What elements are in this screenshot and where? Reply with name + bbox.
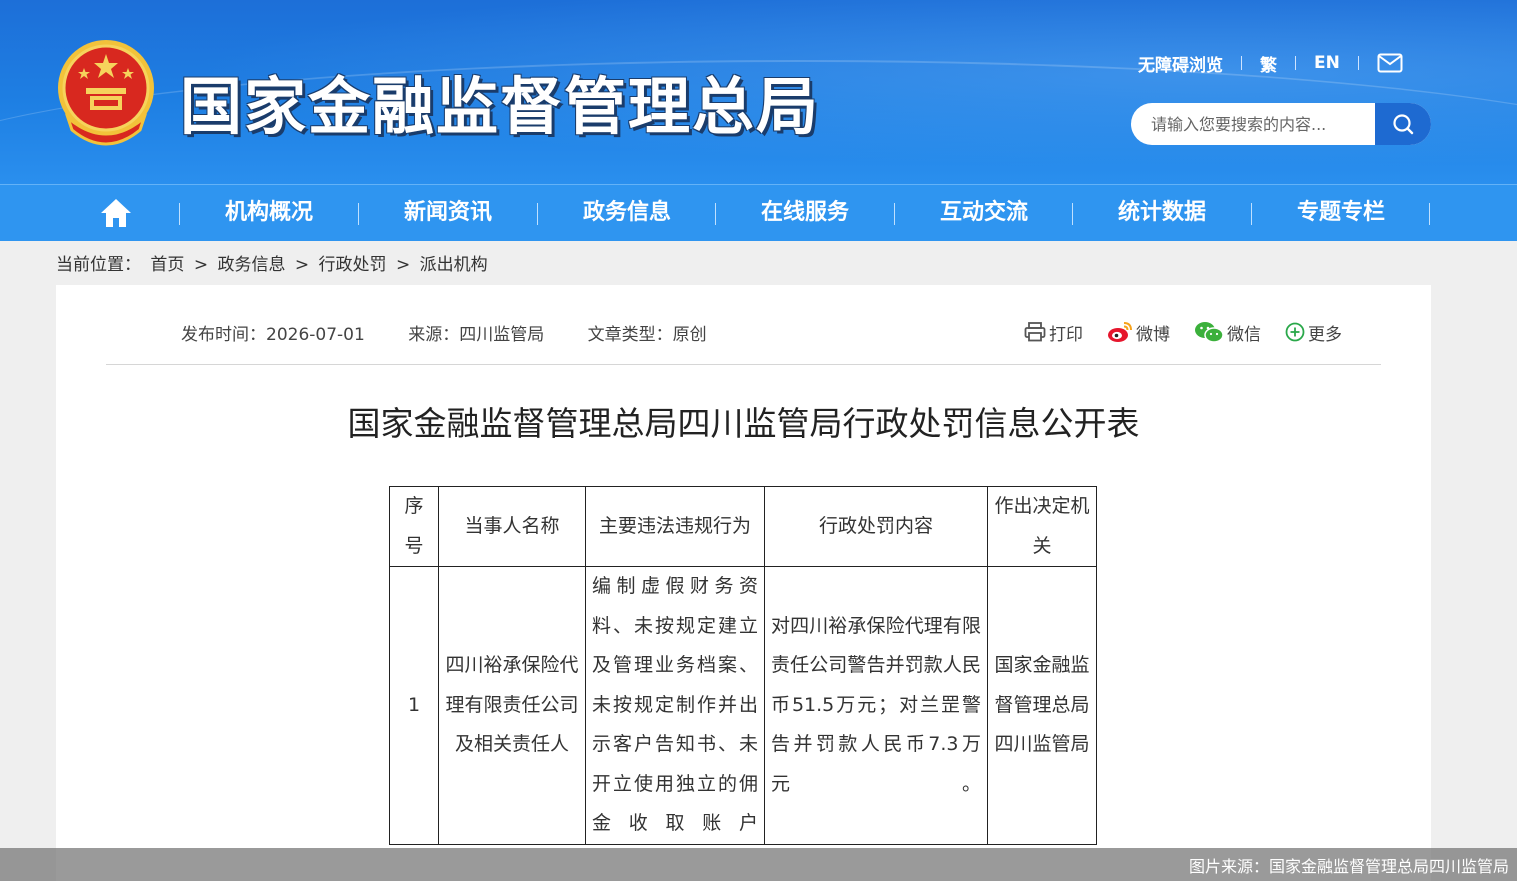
more-share-button[interactable]: 更多 (1285, 320, 1342, 345)
nav-item-news[interactable]: 新闻资讯 (359, 185, 537, 241)
traditional-chinese-link[interactable]: 繁 (1260, 51, 1277, 76)
breadcrumb-separator: > (294, 255, 310, 275)
article-title: 国家金融监督管理总局四川监管局行政处罚信息公开表 (347, 404, 1140, 443)
divider (106, 364, 1381, 365)
share-toolbar: 打印 微博 微信 更多 (1024, 320, 1342, 345)
cell-penalty: 对四川裕承保险代理有限责任公司警告并罚款人民币51.5万元；对兰罡警告并罚款人民… (764, 566, 988, 845)
weibo-icon (1108, 322, 1132, 342)
nav-item-online-services[interactable]: 在线服务 (716, 185, 894, 241)
nav-divider (1429, 203, 1430, 225)
breadcrumb-branch-offices[interactable]: 派出机构 (420, 255, 488, 275)
header-cell-penalty: 行政处罚内容 (764, 486, 988, 567)
site-title: 国家金融监督管理总局 (180, 70, 821, 143)
print-button[interactable]: 打印 (1024, 320, 1083, 345)
nav-item-special-topics[interactable]: 专题专栏 (1252, 185, 1430, 241)
table-row: 1 四川裕承保险代理有限责任公司及相关责任人 编制虚假财务资料、未按规定建立及管… (389, 566, 1097, 845)
site-header: 国家金融监督管理总局 无障碍浏览 繁 EN (0, 0, 1517, 184)
divider (1241, 56, 1242, 70)
nav-item-statistics[interactable]: 统计数据 (1073, 185, 1251, 241)
wechat-share-button[interactable]: 微信 (1194, 320, 1261, 345)
header-cell-party: 当事人名称 (438, 486, 586, 567)
divider (1295, 56, 1296, 70)
wechat-icon (1195, 322, 1224, 343)
weibo-share-button[interactable]: 微博 (1107, 320, 1170, 345)
breadcrumb-separator: > (193, 255, 209, 275)
table-header-row: 序号 当事人名称 主要违法违规行为 行政处罚内容 作出决定机关 (389, 486, 1097, 567)
article-panel: 发布时间：2026-07-01 来源：四川监管局 文章类型：原创 打印 微博 微… (56, 285, 1431, 881)
breadcrumb-separator: > (395, 255, 411, 275)
penalty-table: 序号 当事人名称 主要违法违规行为 行政处罚内容 作出决定机关 1 四川裕承保险… (389, 486, 1097, 845)
search-button[interactable] (1375, 103, 1431, 145)
search-icon (1393, 114, 1414, 135)
mail-icon[interactable] (1377, 53, 1403, 73)
divider (1357, 56, 1359, 70)
nav-item-about[interactable]: 机构概况 (180, 185, 358, 241)
cell-no: 1 (389, 566, 439, 845)
national-emblem-icon[interactable] (54, 38, 158, 146)
plus-circle-icon (1285, 322, 1305, 342)
nav-item-interaction[interactable]: 互动交流 (895, 185, 1073, 241)
cell-party: 四川裕承保险代理有限责任公司及相关责任人 (438, 566, 586, 845)
accessibility-link[interactable]: 无障碍浏览 (1138, 51, 1223, 76)
header-cell-violation: 主要违法违规行为 (585, 486, 765, 567)
cell-violation: 编制虚假财务资料、未按规定建立及管理业务档案、未按规定制作并出示客户告知书、未开… (585, 566, 765, 845)
breadcrumb-administrative-penalty[interactable]: 行政处罚 (319, 255, 387, 275)
article-type: 文章类型：原创 (587, 325, 707, 345)
search-input[interactable] (1131, 103, 1375, 145)
printer-icon (1024, 322, 1046, 342)
search-box (1131, 103, 1431, 145)
main-nav: 机构概况 新闻资讯 政务信息 在线服务 互动交流 统计数据 专题专栏 (0, 184, 1517, 241)
image-source-text: 图片来源：国家金融监督管理总局四川监管局 (1188, 857, 1509, 876)
publish-time: 发布时间：2026-07-01 (181, 325, 365, 345)
header-cell-authority: 作出决定机关 (987, 486, 1097, 567)
breadcrumb-label: 当前位置： (56, 255, 141, 275)
breadcrumb-home[interactable]: 首页 (150, 255, 184, 275)
breadcrumb-government-affairs[interactable]: 政务信息 (217, 255, 285, 275)
english-link[interactable]: EN (1314, 53, 1340, 73)
nav-item-government-affairs[interactable]: 政务信息 (538, 185, 716, 241)
header-cell-no: 序号 (389, 486, 439, 567)
home-icon[interactable] (99, 197, 133, 229)
breadcrumb: 当前位置： 首页 > 政务信息 > 行政处罚 > 派出机构 (56, 250, 492, 275)
image-source-bar: 图片来源：国家金融监督管理总局四川监管局 (0, 848, 1517, 881)
cell-authority: 国家金融监督管理总局四川监管局 (987, 566, 1097, 845)
article-meta: 发布时间：2026-07-01 来源：四川监管局 文章类型：原创 (181, 320, 745, 345)
article-source: 来源：四川监管局 (408, 325, 545, 345)
top-links: 无障碍浏览 繁 EN (1138, 50, 1403, 76)
